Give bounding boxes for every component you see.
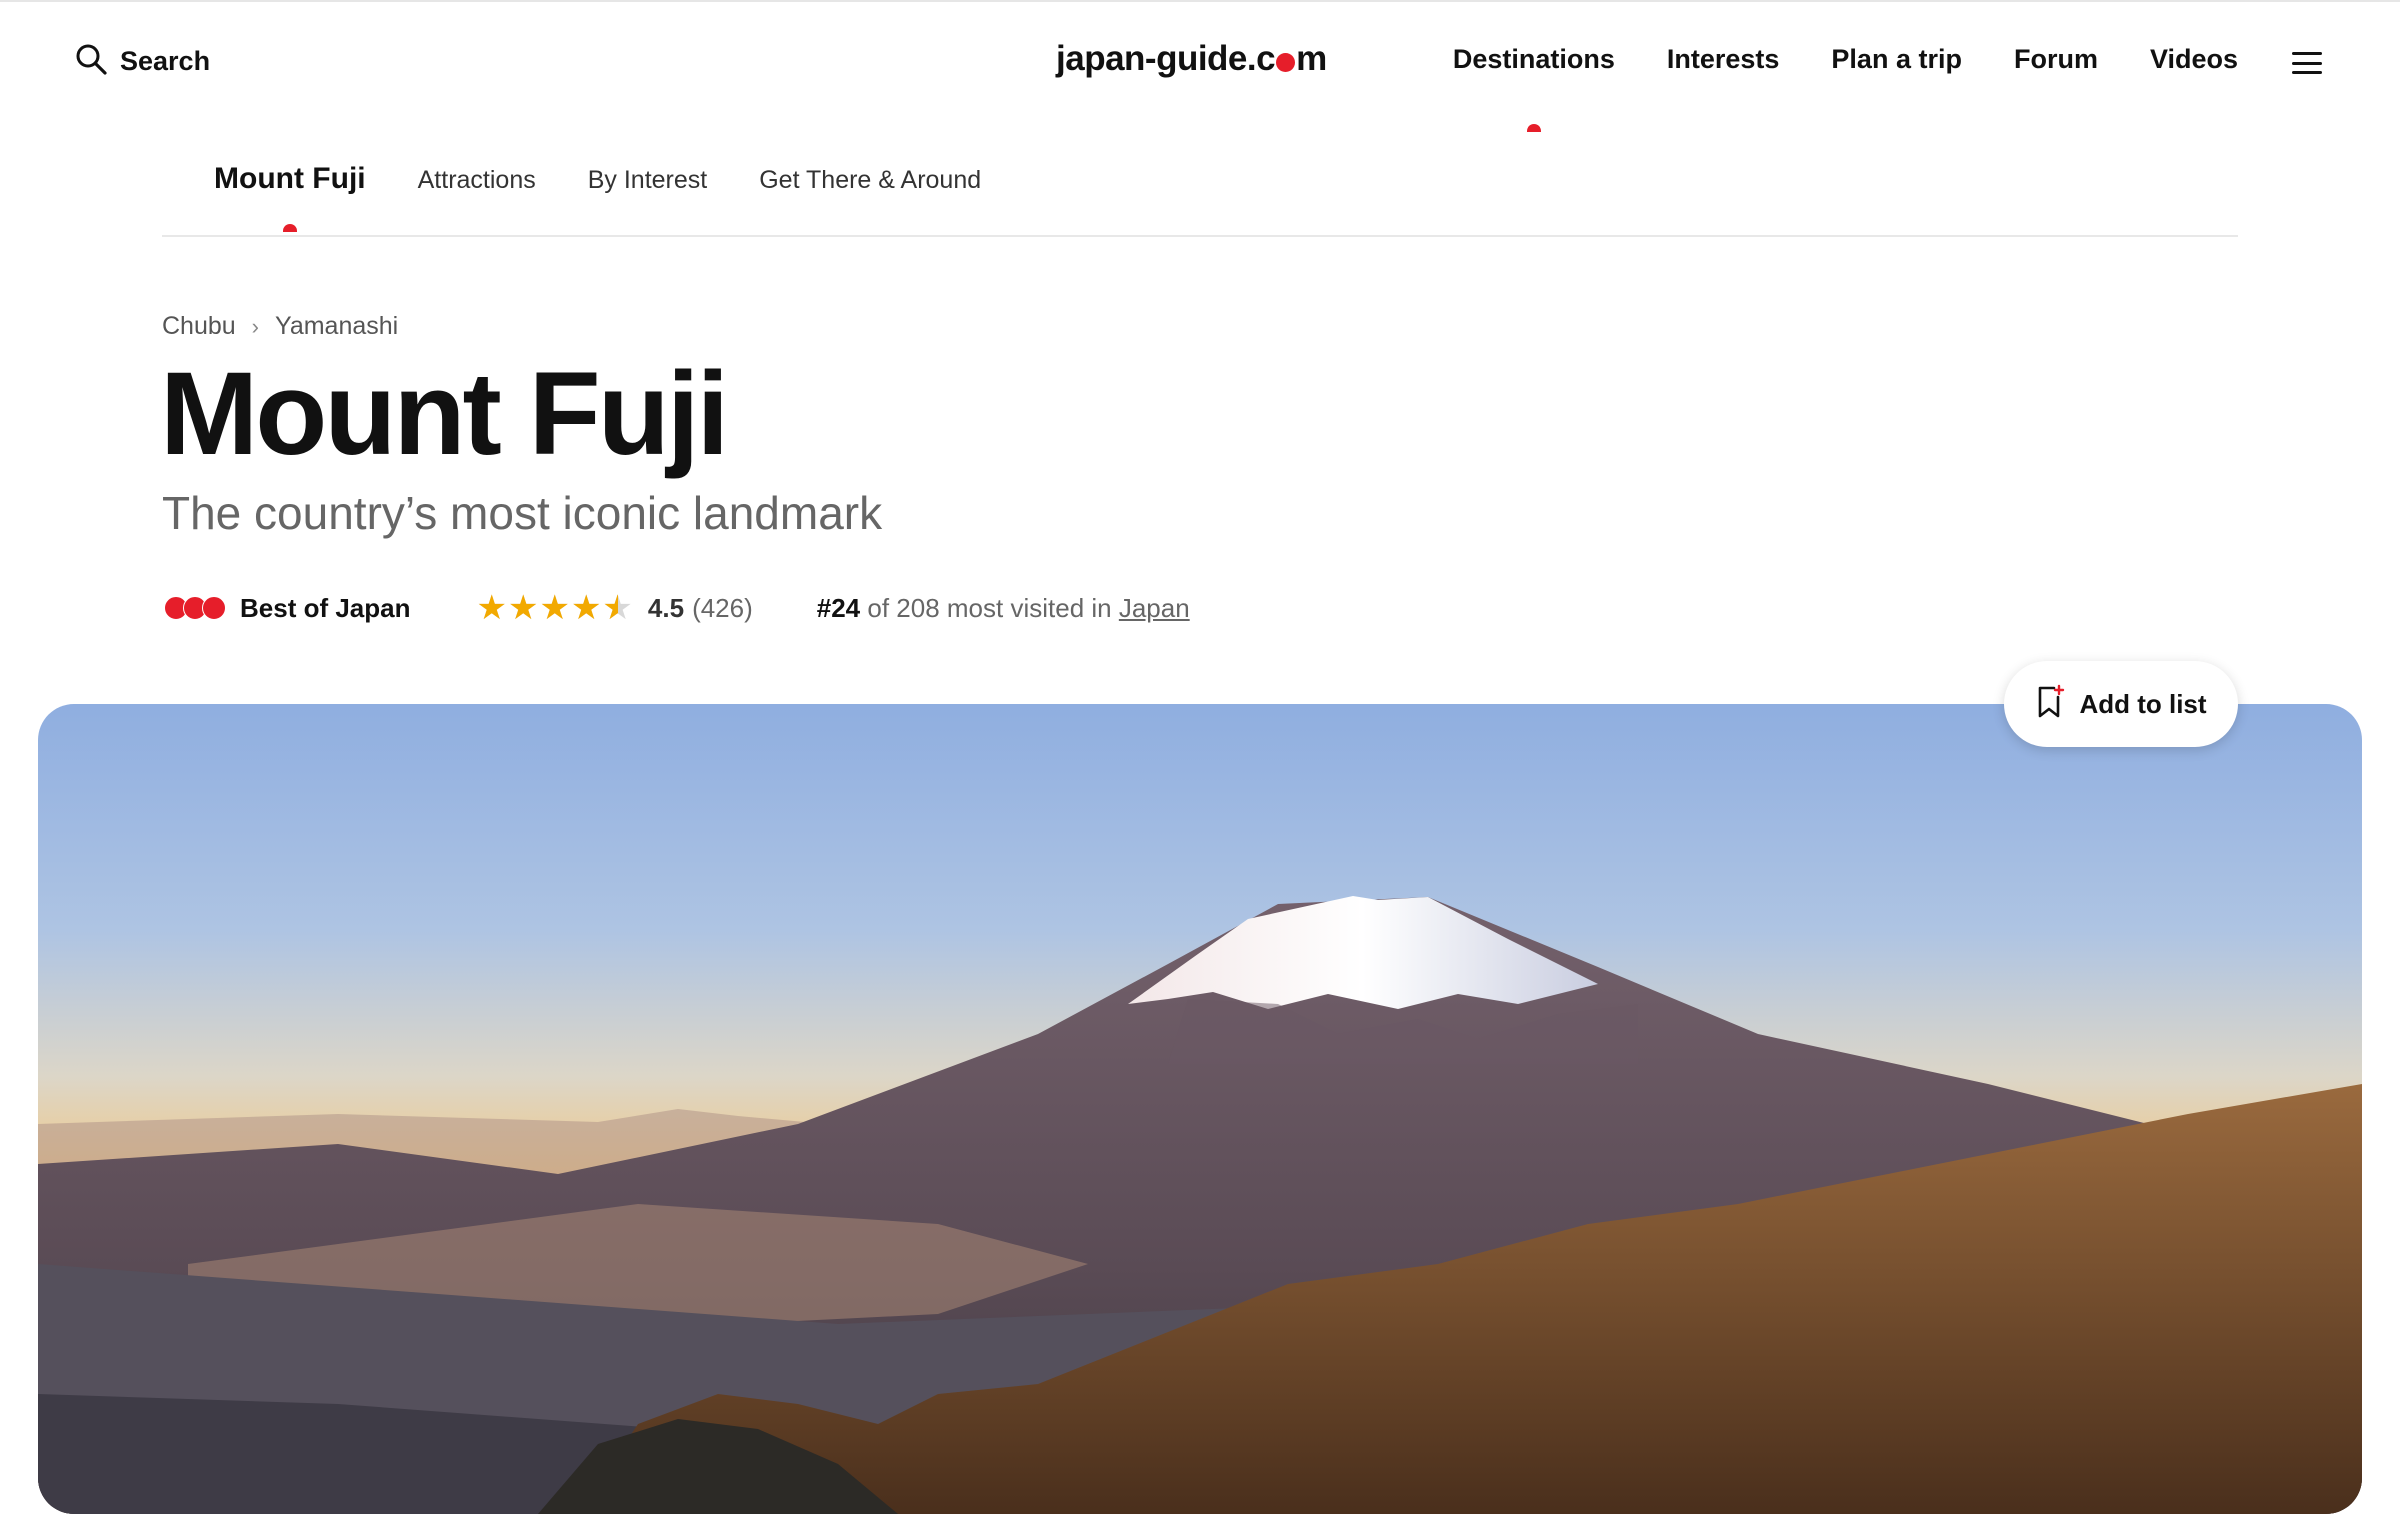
tab-by-interest[interactable]: By Interest bbox=[588, 166, 708, 195]
bookmark-add-icon bbox=[2035, 684, 2065, 725]
site-header: Search japan-guide.c m Destinations Inter… bbox=[0, 2, 2400, 132]
star-rating-icon: ★★★★★ ★★★★★ bbox=[476, 589, 634, 627]
popularity-rank: #24 of 208 most visited in Japan bbox=[817, 593, 1190, 624]
site-logo[interactable]: japan-guide.c m bbox=[1056, 39, 1327, 79]
meta-row: Best of Japan ★★★★★ ★★★★★ 4.5 (426) #24 … bbox=[164, 588, 1190, 628]
tab-attractions[interactable]: Attractions bbox=[418, 166, 536, 195]
nav-destinations[interactable]: Destinations bbox=[1453, 44, 1615, 132]
breadcrumb-chubu[interactable]: Chubu bbox=[162, 312, 236, 341]
add-to-list-button[interactable]: Add to list bbox=[2004, 661, 2238, 747]
sub-nav: Mount Fuji Attractions By Interest Get T… bbox=[162, 117, 2238, 237]
hero-image-mount-fuji bbox=[38, 704, 2362, 1514]
add-to-list-label: Add to list bbox=[2079, 688, 2207, 719]
tab-mount-fuji[interactable]: Mount Fuji bbox=[214, 162, 366, 232]
search-icon bbox=[74, 42, 108, 81]
rank-number: #24 bbox=[816, 592, 861, 623]
rank-link-japan[interactable]: Japan bbox=[1119, 593, 1190, 623]
rating-count: (426) bbox=[692, 592, 753, 623]
rating-value: 4.5 bbox=[647, 592, 685, 623]
hamburger-menu-icon[interactable] bbox=[2292, 52, 2322, 74]
breadcrumb: Chubu › Yamanashi bbox=[162, 312, 398, 341]
logo-dot bbox=[1276, 52, 1296, 72]
nav-interests[interactable]: Interests bbox=[1667, 44, 1780, 75]
page-title: Mount Fuji bbox=[160, 348, 729, 480]
search-button[interactable]: Search bbox=[74, 42, 210, 81]
logo-text-start: japan-guide.c bbox=[1056, 39, 1276, 78]
nav-forum[interactable]: Forum bbox=[2014, 44, 2098, 75]
tab-get-there-around[interactable]: Get There & Around bbox=[759, 166, 981, 195]
nav-videos[interactable]: Videos bbox=[2150, 44, 2238, 75]
breadcrumb-separator: › bbox=[251, 313, 259, 339]
page-subtitle: The country’s most iconic landmark bbox=[162, 487, 883, 539]
rating[interactable]: ★★★★★ ★★★★★ 4.5 (426) bbox=[477, 591, 753, 625]
best-of-japan-label: Best of Japan bbox=[240, 592, 411, 623]
nav-plan-a-trip[interactable]: Plan a trip bbox=[1831, 44, 1962, 75]
rank-text: of 208 most visited in bbox=[860, 592, 1119, 623]
logo-text-end: m bbox=[1296, 39, 1327, 78]
breadcrumb-yamanashi[interactable]: Yamanashi bbox=[275, 312, 398, 341]
search-label: Search bbox=[120, 46, 211, 76]
main-nav: Destinations Interests Plan a trip Forum… bbox=[1453, 44, 2238, 132]
red-dots-icon bbox=[164, 596, 226, 620]
best-of-japan-badge[interactable]: Best of Japan bbox=[164, 593, 411, 624]
